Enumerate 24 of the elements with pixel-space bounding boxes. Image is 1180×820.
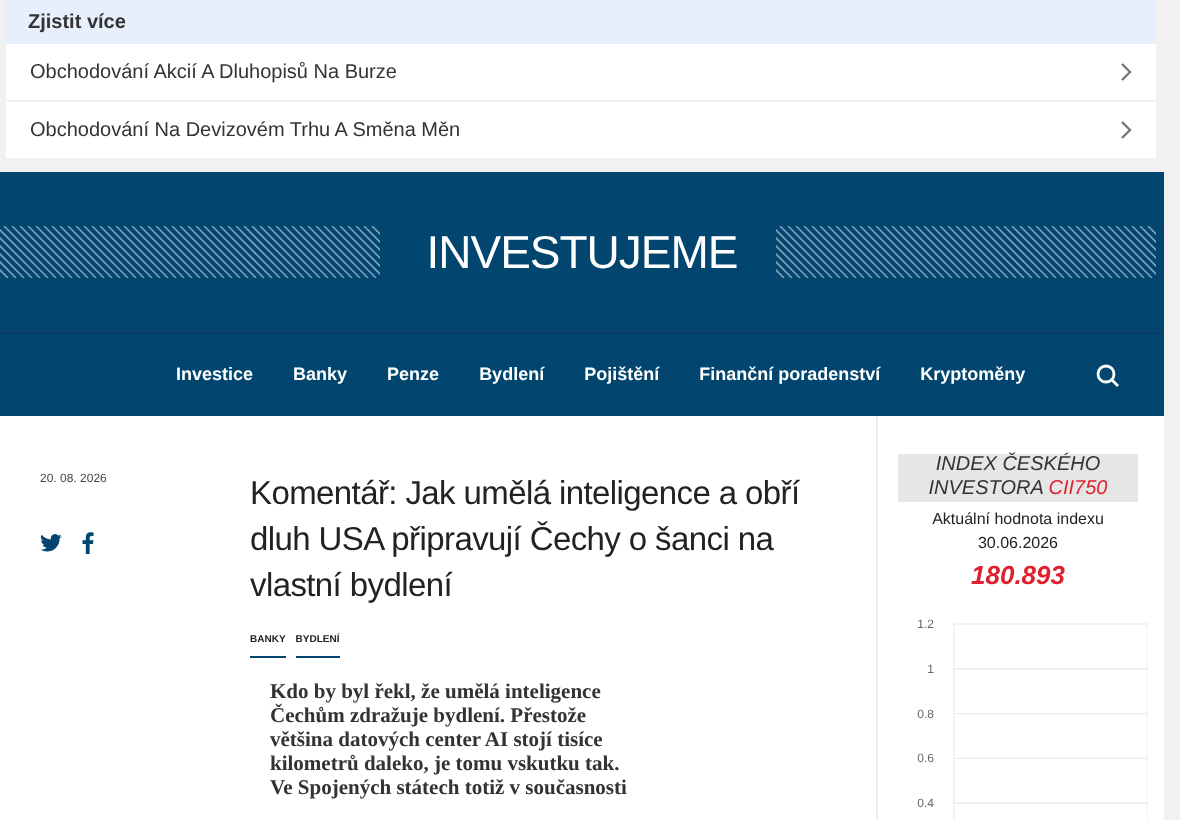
article-perex: Kdo by byl řekl, že umělá inteligence Čechům zdražuje bydlení. Přestože většina datových center AI stojí tisíce kilometrů daleko, je tomu vskutku tak. Ve Spojených státech totiž v současnosti xyxy=(270,681,629,801)
article-title: Komentář: Jak umělá inteligence a obří dluh USA připravují Čechy o šanci na vlastní bydlení xyxy=(250,474,802,608)
section-title: Zjistit více xyxy=(28,9,126,37)
site-logo[interactable]: INVESTUJEME xyxy=(426,217,738,287)
nav-link[interactable]: Penze xyxy=(387,361,440,389)
index-value: 180.893 xyxy=(969,558,1067,594)
nav-link[interactable]: Finanční poradenství xyxy=(699,361,881,389)
nav-link[interactable]: Investice xyxy=(176,361,254,389)
nav-link[interactable]: Banky xyxy=(293,361,348,389)
widget-title: INDEX ČESKÉHO INVESTORA CII750 xyxy=(898,454,1138,502)
nav-link[interactable]: Pojištění xyxy=(584,361,660,389)
value-label: Aktuální hodnota indexu xyxy=(930,508,1106,532)
chevron-icon xyxy=(1120,120,1132,140)
nav-link[interactable]: Kryptoměny xyxy=(920,361,1026,389)
link-text: Obchodování Na Devizovém Trhu A Směna Měn xyxy=(30,117,461,145)
value-date: 30.06.2026 xyxy=(975,532,1061,556)
link-row[interactable]: Obchodování Akcií A Dluhopisů Na Burze xyxy=(6,44,1156,102)
nav-link[interactable]: Bydlení xyxy=(479,361,545,389)
chevron-icon xyxy=(1120,62,1132,82)
link-text: Obchodování Akcií A Dluhopisů Na Burze xyxy=(30,59,397,87)
search-icon[interactable] xyxy=(1096,363,1120,387)
letter-f-icon[interactable] xyxy=(82,532,94,554)
bird-icon[interactable] xyxy=(40,534,62,552)
link-row[interactable]: Obchodování Na Devizovém Trhu A Směna Měn xyxy=(6,102,1156,160)
